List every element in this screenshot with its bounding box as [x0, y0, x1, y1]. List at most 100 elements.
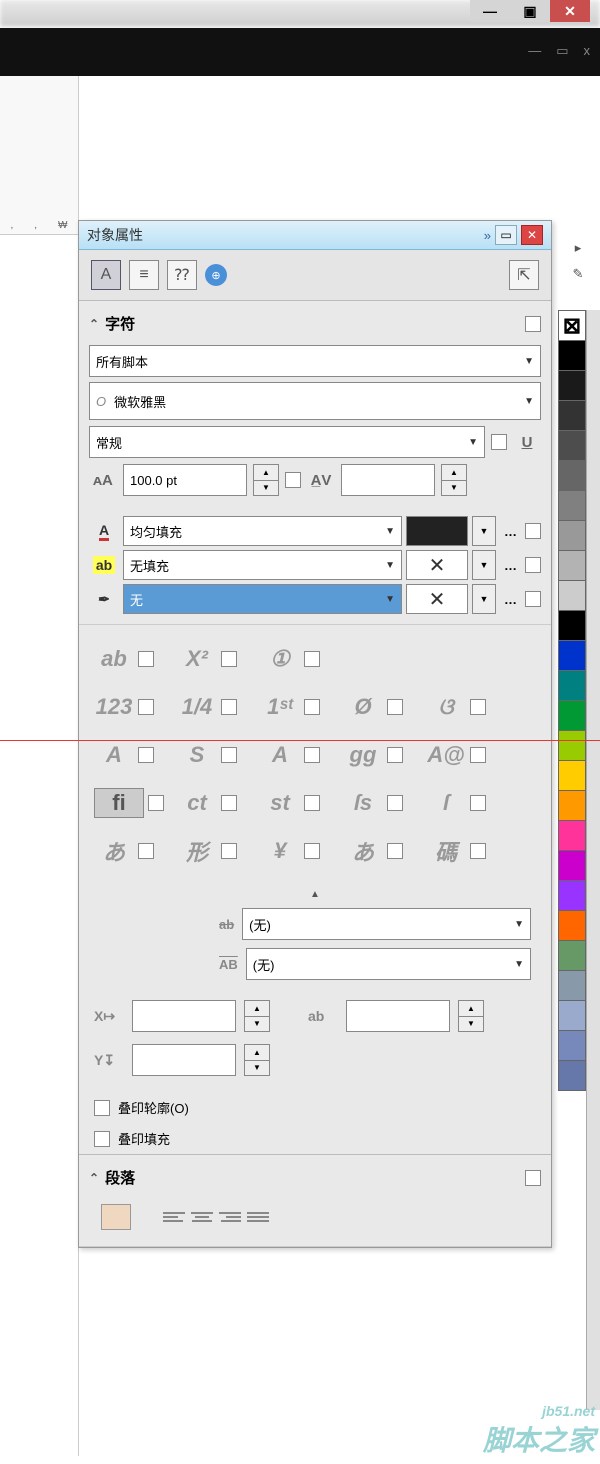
kerning-input[interactable]	[341, 464, 435, 496]
outline-color-swatch[interactable]: ✕	[406, 584, 468, 614]
ot-longs[interactable]: ſ	[426, 790, 466, 816]
panel-titlebar[interactable]: 对象属性 » ▭ ✕	[79, 221, 551, 250]
ot-ct[interactable]: ct	[177, 790, 217, 816]
color-swatch[interactable]	[558, 550, 586, 581]
tab-web[interactable]: ⊕	[205, 264, 227, 286]
character-header[interactable]: ⌃ 字符	[89, 307, 541, 340]
paragraph-style-icon[interactable]	[101, 1204, 131, 1230]
font-dropdown[interactable]: O 微软雅黑▼	[89, 382, 541, 420]
color-swatch[interactable]	[558, 760, 586, 791]
color-swatch[interactable]	[558, 490, 586, 521]
color-swatch[interactable]	[558, 670, 586, 701]
color-swatch[interactable]	[558, 1000, 586, 1031]
color-swatch[interactable]	[558, 520, 586, 551]
sub-maximize-icon[interactable]: ▭	[556, 43, 568, 59]
ot-gg[interactable]: gg	[343, 742, 383, 768]
bg-color-swatch[interactable]: ✕	[406, 550, 468, 580]
minimize-button[interactable]: —	[470, 0, 510, 22]
ot-fs[interactable]: ſs	[343, 790, 383, 816]
x-offset-input[interactable]	[132, 1000, 236, 1032]
ot-swash[interactable]: ଓ	[426, 694, 466, 720]
fill-color-swatch[interactable]	[406, 516, 468, 546]
collapse-icon[interactable]: »	[484, 228, 491, 243]
ot-kanji2[interactable]: 碼	[426, 835, 466, 867]
kerning-spinner[interactable]: ▲▼	[441, 464, 467, 496]
fill-lock-checkbox[interactable]	[525, 523, 541, 539]
font-style-dropdown[interactable]: 常规▼	[89, 426, 485, 458]
color-swatch[interactable]	[558, 850, 586, 881]
fill-color-dropdown[interactable]: ▼	[472, 516, 496, 546]
outline-lock-checkbox[interactable]	[525, 591, 541, 607]
outline-more-button[interactable]: …	[500, 592, 521, 607]
settings-icon[interactable]: ✎	[573, 266, 584, 282]
align-left-icon[interactable]	[163, 1207, 185, 1227]
outline-dropdown[interactable]: 无▼	[123, 584, 402, 614]
color-swatch[interactable]	[558, 880, 586, 911]
ot-circled[interactable]: ①	[260, 646, 300, 672]
color-swatch[interactable]	[558, 640, 586, 671]
char-angle-input[interactable]	[346, 1000, 450, 1032]
sub-close-icon[interactable]: x	[584, 43, 591, 59]
maximize-button[interactable]: ▣	[510, 0, 550, 22]
ot-numbers[interactable]: 123	[94, 694, 134, 720]
color-swatch[interactable]	[558, 730, 586, 761]
char-angle-spinner[interactable]: ▲▼	[458, 1000, 484, 1032]
panel-close-button[interactable]: ✕	[521, 225, 543, 245]
ot-at[interactable]: A@	[426, 742, 466, 768]
underline-icon[interactable]: U	[513, 434, 541, 451]
ot-kanji1[interactable]: 形	[177, 835, 217, 867]
color-swatch[interactable]	[558, 400, 586, 431]
paragraph-header[interactable]: ⌃ 段落	[89, 1161, 541, 1194]
tab-paragraph[interactable]: ≡	[129, 260, 159, 290]
overprint-outline-checkbox[interactable]	[94, 1100, 110, 1116]
font-size-input[interactable]: 100.0 pt	[123, 464, 247, 496]
expand-button[interactable]: ⇱	[509, 260, 539, 290]
flyout-arrow-icon[interactable]: ▸	[575, 240, 582, 256]
color-swatch[interactable]	[558, 1060, 586, 1091]
no-color-swatch[interactable]: ⊠	[558, 310, 586, 341]
ot-superscript[interactable]: X²	[177, 646, 217, 672]
ot-slashed[interactable]: Ø	[343, 694, 383, 720]
size-lock-checkbox[interactable]	[285, 472, 301, 488]
bg-color-dropdown[interactable]: ▼	[472, 550, 496, 580]
color-swatch[interactable]	[558, 610, 586, 641]
y-offset-spinner[interactable]: ▲▼	[244, 1044, 270, 1076]
script-dropdown[interactable]: 所有脚本▼	[89, 345, 541, 377]
bg-more-button[interactable]: …	[500, 558, 521, 573]
ot-a1[interactable]: A	[94, 742, 134, 768]
ot-fraction[interactable]: 1/4	[177, 694, 217, 720]
color-swatch[interactable]	[558, 580, 586, 611]
sub-minimize-icon[interactable]: —	[528, 43, 541, 59]
tab-character[interactable]: A	[91, 260, 121, 290]
font-size-spinner[interactable]: ▲▼	[253, 464, 279, 496]
color-swatch[interactable]	[558, 430, 586, 461]
overline-dropdown[interactable]: (无)▼	[246, 948, 531, 980]
color-swatch[interactable]	[558, 910, 586, 941]
ot-fi[interactable]: fi	[94, 788, 144, 818]
ot-st[interactable]: st	[260, 790, 300, 816]
color-swatch[interactable]	[558, 820, 586, 851]
outline-color-dropdown[interactable]: ▼	[472, 584, 496, 614]
fill-type-dropdown[interactable]: 均匀填充▼	[123, 516, 402, 546]
align-center-icon[interactable]	[191, 1207, 213, 1227]
x-offset-spinner[interactable]: ▲▼	[244, 1000, 270, 1032]
fill-more-button[interactable]: …	[500, 524, 521, 539]
char-lock-checkbox[interactable]	[525, 316, 541, 332]
ot-kana1[interactable]: あ	[94, 835, 134, 867]
color-swatch[interactable]	[558, 370, 586, 401]
ot-kana2[interactable]: あ	[343, 835, 383, 867]
color-swatch[interactable]	[558, 460, 586, 491]
close-button[interactable]: ✕	[550, 0, 590, 22]
color-swatch[interactable]	[558, 1030, 586, 1061]
ot-yen[interactable]: ¥	[260, 838, 300, 864]
tab-frame[interactable]: ⁇	[167, 260, 197, 290]
ot-s[interactable]: S	[177, 742, 217, 768]
align-right-icon[interactable]	[219, 1207, 241, 1227]
ot-script-a[interactable]: A	[260, 742, 300, 768]
para-lock-checkbox[interactable]	[525, 1170, 541, 1186]
align-justify-icon[interactable]	[247, 1207, 269, 1227]
y-offset-input[interactable]	[132, 1044, 236, 1076]
scrollbar[interactable]	[586, 310, 600, 1410]
ot-ab[interactable]: ab	[94, 646, 134, 672]
undock-button[interactable]: ▭	[495, 225, 517, 245]
